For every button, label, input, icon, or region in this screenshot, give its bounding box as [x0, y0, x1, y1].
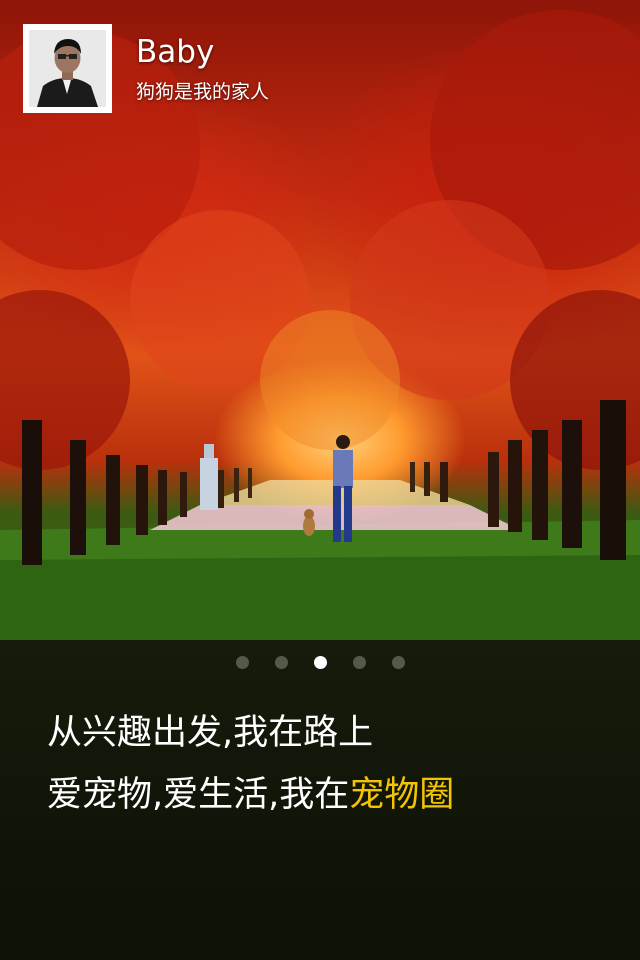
slogan: 从兴趣出发,我在路上 爱宠物,爱生活,我在宠物圈: [47, 702, 454, 826]
profile-info: Baby 狗狗是我的家人: [136, 24, 269, 106]
page-indicator[interactable]: [0, 656, 640, 670]
intro-panel: 从兴趣出发,我在路上 爱宠物,爱生活,我在宠物圈: [0, 640, 640, 960]
user-photo-icon: [23, 24, 112, 113]
profile-header[interactable]: Baby 狗狗是我的家人: [23, 24, 269, 113]
slogan-line-2-text: 爱宠物,爱生活,我在: [47, 775, 350, 815]
user-name: Baby: [136, 34, 215, 70]
avatar[interactable]: [23, 24, 112, 113]
user-signature: 狗狗是我的家人: [136, 81, 270, 103]
page-dot-3-active[interactable]: [313, 656, 327, 669]
page-dot-4[interactable]: [352, 656, 366, 669]
page-dot-5[interactable]: [391, 656, 405, 669]
page-dot-1[interactable]: [235, 656, 249, 669]
slogan-highlight-brand: 宠物圈: [349, 775, 455, 815]
splash-screen: Baby 狗狗是我的家人 从兴趣出发,我在路上 爱宠物,爱生活,我在宠物圈: [0, 0, 640, 960]
slogan-line-2: 爱宠物,爱生活,我在宠物圈: [47, 764, 454, 826]
page-dot-2[interactable]: [274, 656, 288, 669]
slogan-line-1: 从兴趣出发,我在路上: [47, 713, 374, 753]
